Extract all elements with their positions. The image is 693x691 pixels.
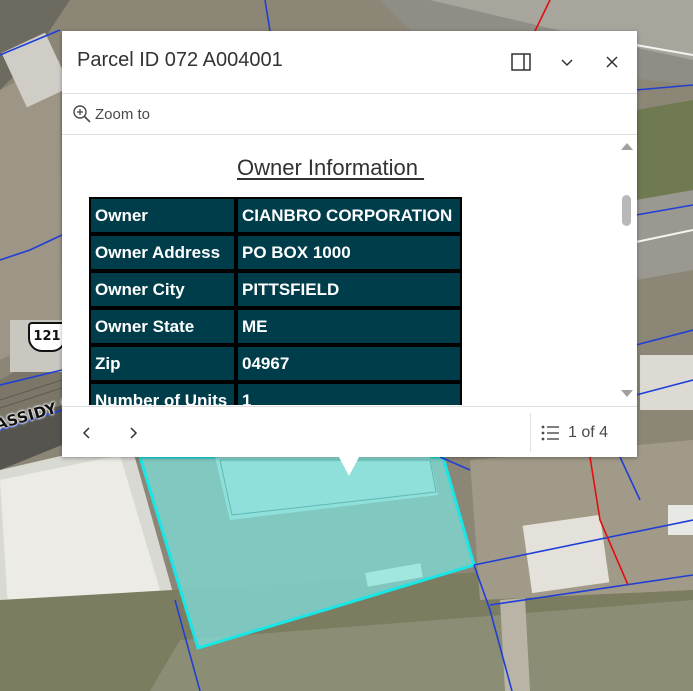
field-value-cell: PO BOX 1000 — [236, 234, 462, 271]
table-row: Owner State ME — [89, 308, 462, 345]
previous-feature-button[interactable] — [74, 420, 100, 446]
route-shield: 121 — [28, 322, 66, 352]
dock-panel-icon — [511, 53, 531, 71]
field-value-cell: CIANBRO CORPORATION — [236, 197, 462, 234]
section-title: Owner Information — [237, 155, 425, 180]
zoom-in-icon — [73, 105, 91, 123]
popup-footer: 1 of 4 — [62, 406, 637, 458]
popup-title: Parcel ID 072 A004001 — [77, 49, 283, 71]
feature-list-button[interactable]: 1 of 4 — [540, 419, 608, 447]
field-name-cell: Owner — [89, 197, 236, 234]
field-name-cell: Owner City — [89, 271, 236, 308]
feature-popup: Parcel ID 072 A004001 Zoom to Owner Info… — [62, 31, 637, 457]
popup-header: Parcel ID 072 A004001 — [62, 31, 637, 94]
field-name-cell: Owner State — [89, 308, 236, 345]
owner-info-table: Owner CIANBRO CORPORATION Owner Address PO … — [88, 196, 463, 405]
popup-action-bar: Zoom to — [62, 94, 637, 135]
table-row: Zip 04967 — [89, 345, 462, 382]
field-name-cell: Owner Address — [89, 234, 236, 271]
close-button[interactable] — [597, 47, 627, 77]
table-row: Owner CIANBRO CORPORATION — [89, 197, 462, 234]
table-row: Number of Units 1 — [89, 382, 462, 405]
footer-divider — [530, 413, 531, 452]
chevron-left-icon — [82, 427, 90, 439]
field-value-cell: 1 — [236, 382, 462, 405]
close-icon — [606, 56, 618, 68]
table-row: Owner Address PO BOX 1000 — [89, 234, 462, 271]
zoom-to-button[interactable]: Zoom to — [72, 103, 150, 125]
zoom-to-label: Zoom to — [95, 105, 151, 123]
content-scrollbar[interactable] — [619, 137, 635, 405]
scroll-up-arrow-icon[interactable] — [621, 141, 633, 151]
field-name-cell: Zip — [89, 345, 236, 382]
scroll-down-arrow-icon[interactable] — [621, 389, 633, 399]
popup-content[interactable]: Owner Information Owner CIANBRO CORPORATI… — [62, 135, 637, 405]
collapse-button[interactable] — [552, 47, 582, 77]
list-icon — [541, 425, 559, 441]
field-value-cell: ME — [236, 308, 462, 345]
chevron-right-icon — [130, 427, 138, 439]
field-name-cell: Number of Units — [89, 382, 236, 405]
dock-button[interactable] — [506, 47, 536, 77]
field-value-cell: PITTSFIELD — [236, 271, 462, 308]
popup-pointer — [339, 457, 359, 476]
next-feature-button[interactable] — [120, 420, 146, 446]
chevron-down-icon — [561, 59, 573, 67]
field-value-cell: 04967 — [236, 345, 462, 382]
pager-label: 1 of 4 — [568, 424, 609, 441]
scrollbar-thumb[interactable] — [622, 195, 631, 226]
table-row: Owner City PITTSFIELD — [89, 271, 462, 308]
